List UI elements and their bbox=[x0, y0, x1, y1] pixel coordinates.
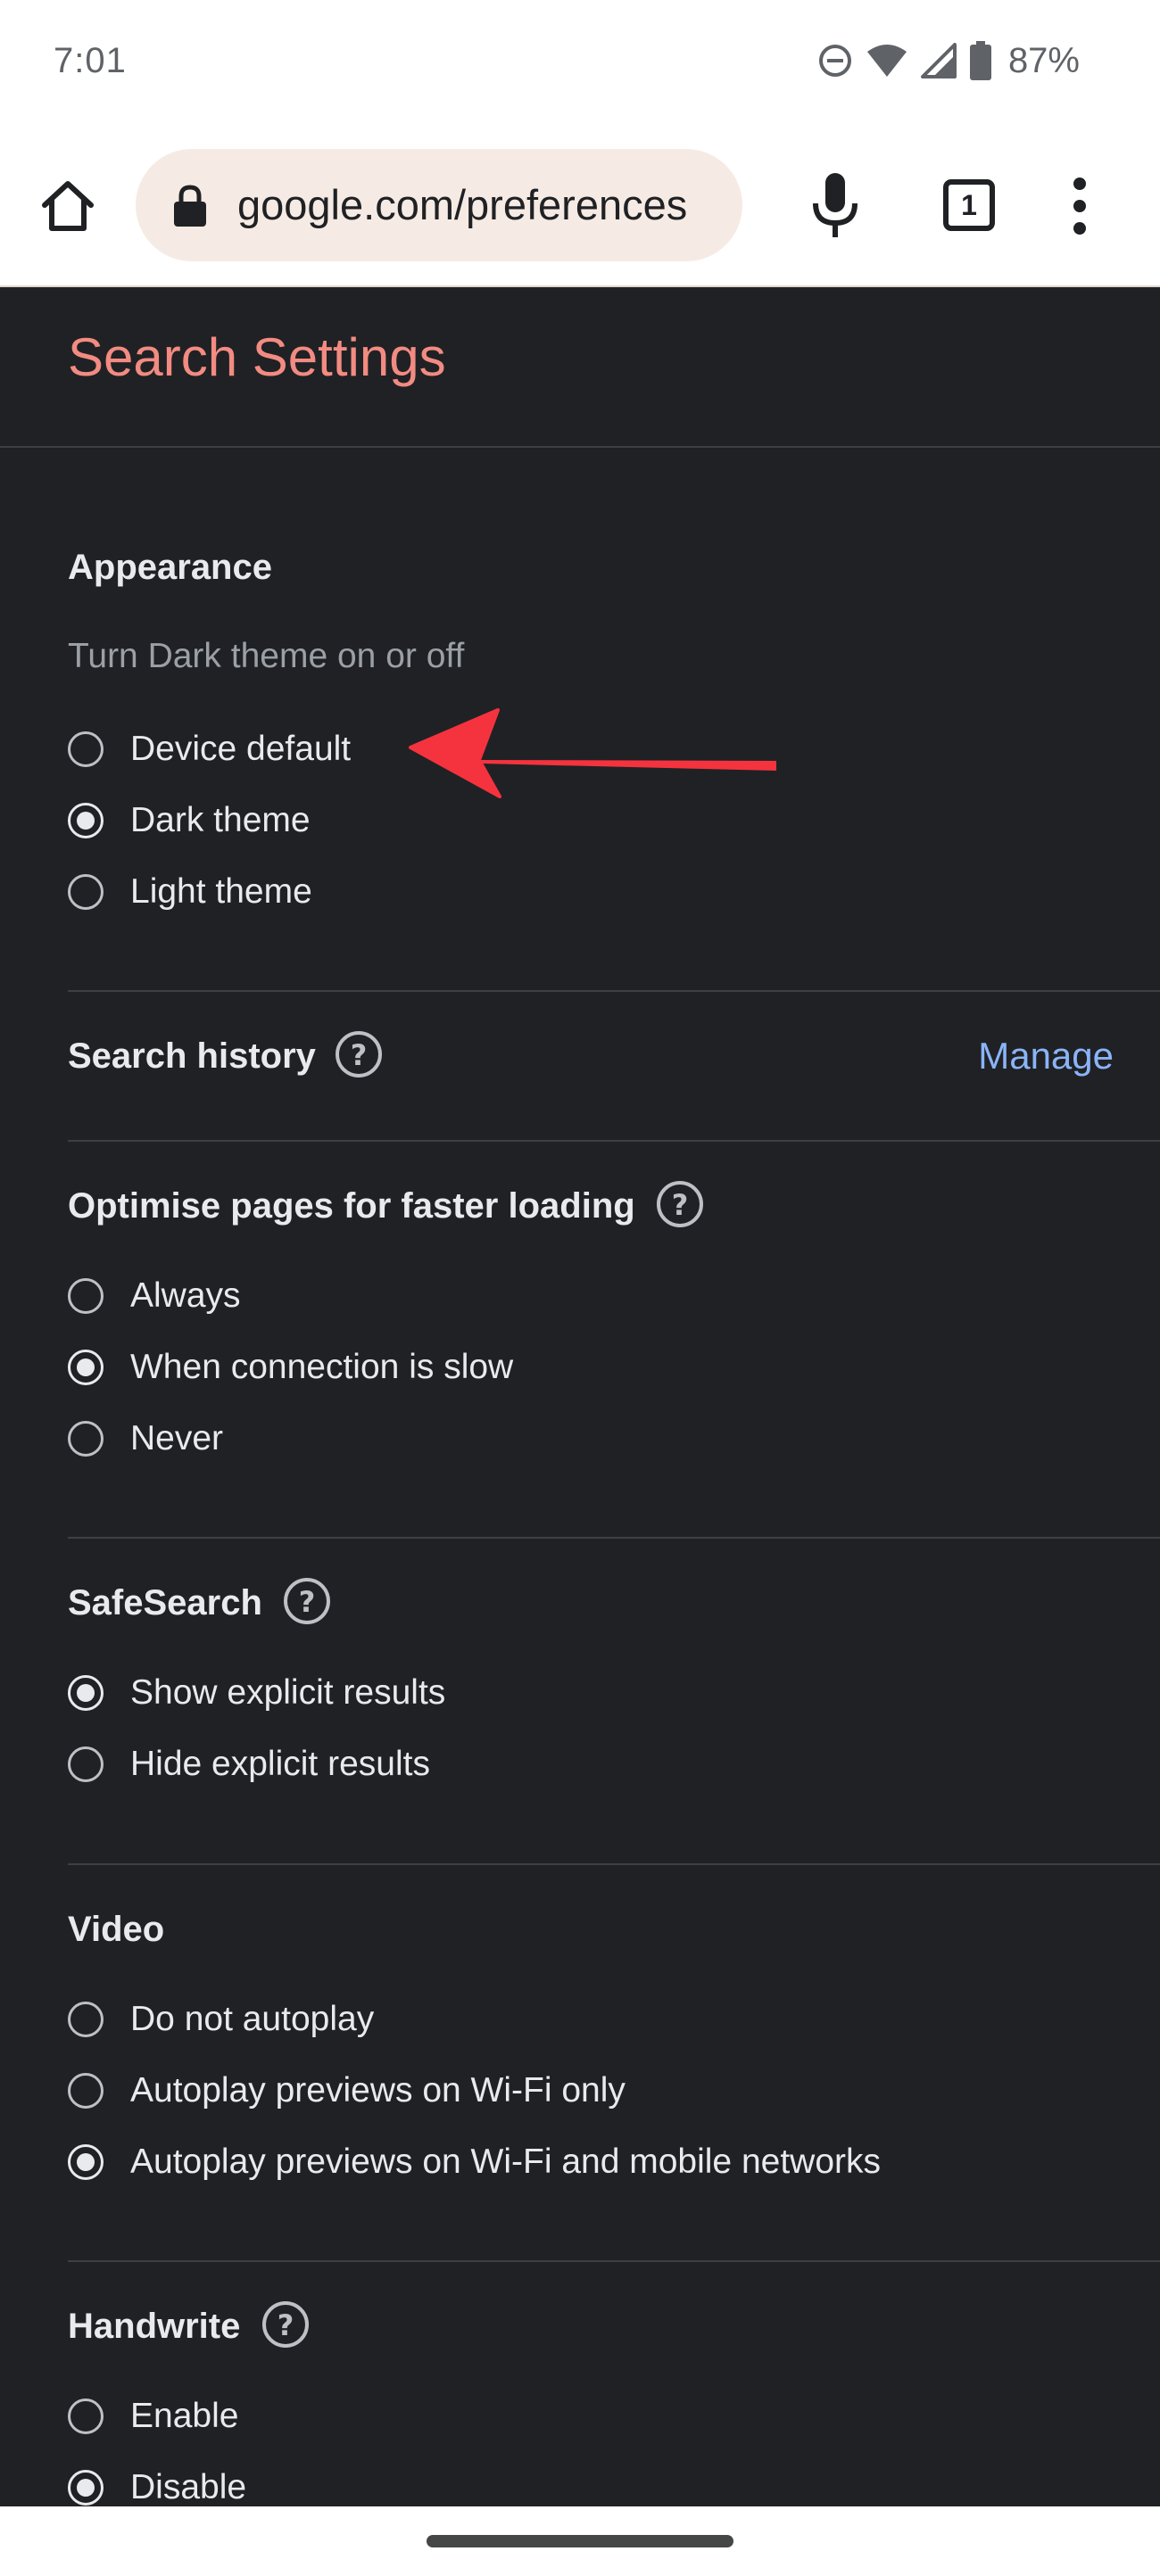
radio-never[interactable]: Never bbox=[68, 1408, 223, 1470]
battery-icon bbox=[969, 41, 991, 80]
radio-autoplay-wifi[interactable]: Autoplay previews on Wi-Fi only bbox=[68, 2060, 626, 2122]
optimise-section: Optimise pages for faster loading ? Alwa… bbox=[68, 1142, 1160, 1537]
search-history-section: Search history ? Manage bbox=[68, 992, 1160, 1142]
radio-button[interactable] bbox=[68, 1675, 104, 1711]
page-header: Search Settings bbox=[0, 287, 1160, 448]
radio-button[interactable] bbox=[68, 1421, 104, 1457]
radio-button[interactable] bbox=[68, 2002, 104, 2037]
radio-button[interactable] bbox=[68, 874, 104, 910]
radio-button[interactable] bbox=[68, 2073, 104, 2109]
radio-label: Dark theme bbox=[130, 801, 311, 839]
mic-icon[interactable] bbox=[808, 169, 862, 241]
tabs-icon[interactable]: 1 bbox=[943, 179, 995, 231]
status-bar: 7:01 87% bbox=[0, 0, 1160, 125]
help-icon[interactable]: ? bbox=[261, 2299, 311, 2349]
radio-button[interactable] bbox=[68, 1350, 104, 1385]
more-vert-icon[interactable] bbox=[1062, 175, 1098, 237]
handwrite-section: Handwrite ? Enable Disable bbox=[68, 2262, 1160, 2506]
radio-button[interactable] bbox=[68, 803, 104, 838]
optimise-title: Optimise pages for faster loading bbox=[68, 1186, 635, 1226]
radio-hide-explicit[interactable]: Hide explicit results bbox=[68, 1733, 430, 1796]
manage-history-link[interactable]: Manage bbox=[978, 1035, 1114, 1077]
address-bar[interactable]: google.com/preferences bbox=[136, 149, 742, 261]
safesearch-section: SafeSearch ? Show explicit results Hide … bbox=[68, 1539, 1160, 1864]
svg-text:?: ? bbox=[351, 1038, 368, 1072]
radio-show-explicit[interactable]: Show explicit results bbox=[68, 1662, 445, 1724]
help-icon[interactable]: ? bbox=[655, 1179, 705, 1229]
cell-signal-icon bbox=[920, 43, 957, 78]
appearance-title: Appearance bbox=[68, 548, 272, 587]
radio-button[interactable] bbox=[68, 2398, 104, 2434]
radio-label: Autoplay previews on Wi-Fi and mobile ne… bbox=[130, 2143, 882, 2181]
lock-icon bbox=[174, 185, 206, 227]
handwrite-title: Handwrite bbox=[68, 2307, 241, 2346]
radio-label: Show explicit results bbox=[130, 1673, 446, 1712]
safesearch-title: SafeSearch bbox=[68, 1583, 262, 1622]
radio-label: When connection is slow bbox=[130, 1348, 514, 1386]
status-icons: 87% bbox=[817, 39, 1080, 82]
radio-button[interactable] bbox=[68, 1278, 104, 1314]
radio-when-slow[interactable]: When connection is slow bbox=[68, 1336, 513, 1399]
annotation-arrow bbox=[409, 708, 776, 798]
radio-enable[interactable]: Enable bbox=[68, 2385, 238, 2448]
page-title: Search Settings bbox=[68, 327, 446, 387]
radio-label: Device default bbox=[130, 730, 352, 768]
browser-toolbar: google.com/preferences 1 bbox=[0, 125, 1160, 287]
radio-light-theme[interactable]: Light theme bbox=[68, 861, 312, 923]
radio-disable[interactable]: Disable bbox=[68, 2456, 246, 2506]
video-section: Video Do not autoplay Autoplay previews … bbox=[68, 1865, 1160, 2260]
radio-button[interactable] bbox=[68, 1746, 104, 1782]
radio-button[interactable] bbox=[68, 731, 104, 767]
svg-text:?: ? bbox=[278, 2308, 294, 2342]
radio-autoplay-wifi-mobile[interactable]: Autoplay previews on Wi-Fi and mobile ne… bbox=[68, 2131, 881, 2193]
radio-dark-theme[interactable]: Dark theme bbox=[68, 789, 311, 852]
search-history-title: Search history bbox=[68, 1036, 316, 1076]
appearance-subtitle: Turn Dark theme on or off bbox=[68, 637, 465, 675]
radio-label: Disable bbox=[130, 2468, 247, 2506]
home-gesture-handle[interactable] bbox=[427, 2535, 733, 2547]
svg-text:?: ? bbox=[299, 1585, 316, 1619]
gesture-nav-bar bbox=[0, 2506, 1160, 2576]
video-title: Video bbox=[68, 1910, 165, 1949]
help-icon[interactable]: ? bbox=[334, 1029, 384, 1079]
svg-text:?: ? bbox=[672, 1188, 689, 1222]
radio-label: Do not autoplay bbox=[130, 2000, 375, 2038]
radio-button[interactable] bbox=[68, 2470, 104, 2506]
tab-count: 1 bbox=[961, 188, 977, 221]
radio-label: Hide explicit results bbox=[130, 1745, 430, 1783]
radio-label: Light theme bbox=[130, 872, 312, 911]
do-not-disturb-icon bbox=[818, 45, 851, 77]
status-time: 7:01 bbox=[54, 41, 127, 80]
radio-label: Autoplay previews on Wi-Fi only bbox=[130, 2071, 626, 2110]
wifi-icon bbox=[866, 45, 907, 77]
battery-percentage: 87% bbox=[1007, 40, 1080, 80]
address-bar-url[interactable]: google.com/preferences bbox=[237, 178, 715, 233]
home-icon[interactable] bbox=[37, 175, 98, 235]
radio-device-default[interactable]: Device default bbox=[68, 718, 351, 780]
radio-always[interactable]: Always bbox=[68, 1265, 241, 1327]
radio-label: Never bbox=[130, 1419, 224, 1457]
radio-label: Enable bbox=[130, 2397, 239, 2435]
radio-label: Always bbox=[130, 1276, 241, 1315]
radio-button[interactable] bbox=[68, 2144, 104, 2180]
radio-no-autoplay[interactable]: Do not autoplay bbox=[68, 1988, 374, 2051]
help-icon[interactable]: ? bbox=[282, 1576, 332, 1626]
